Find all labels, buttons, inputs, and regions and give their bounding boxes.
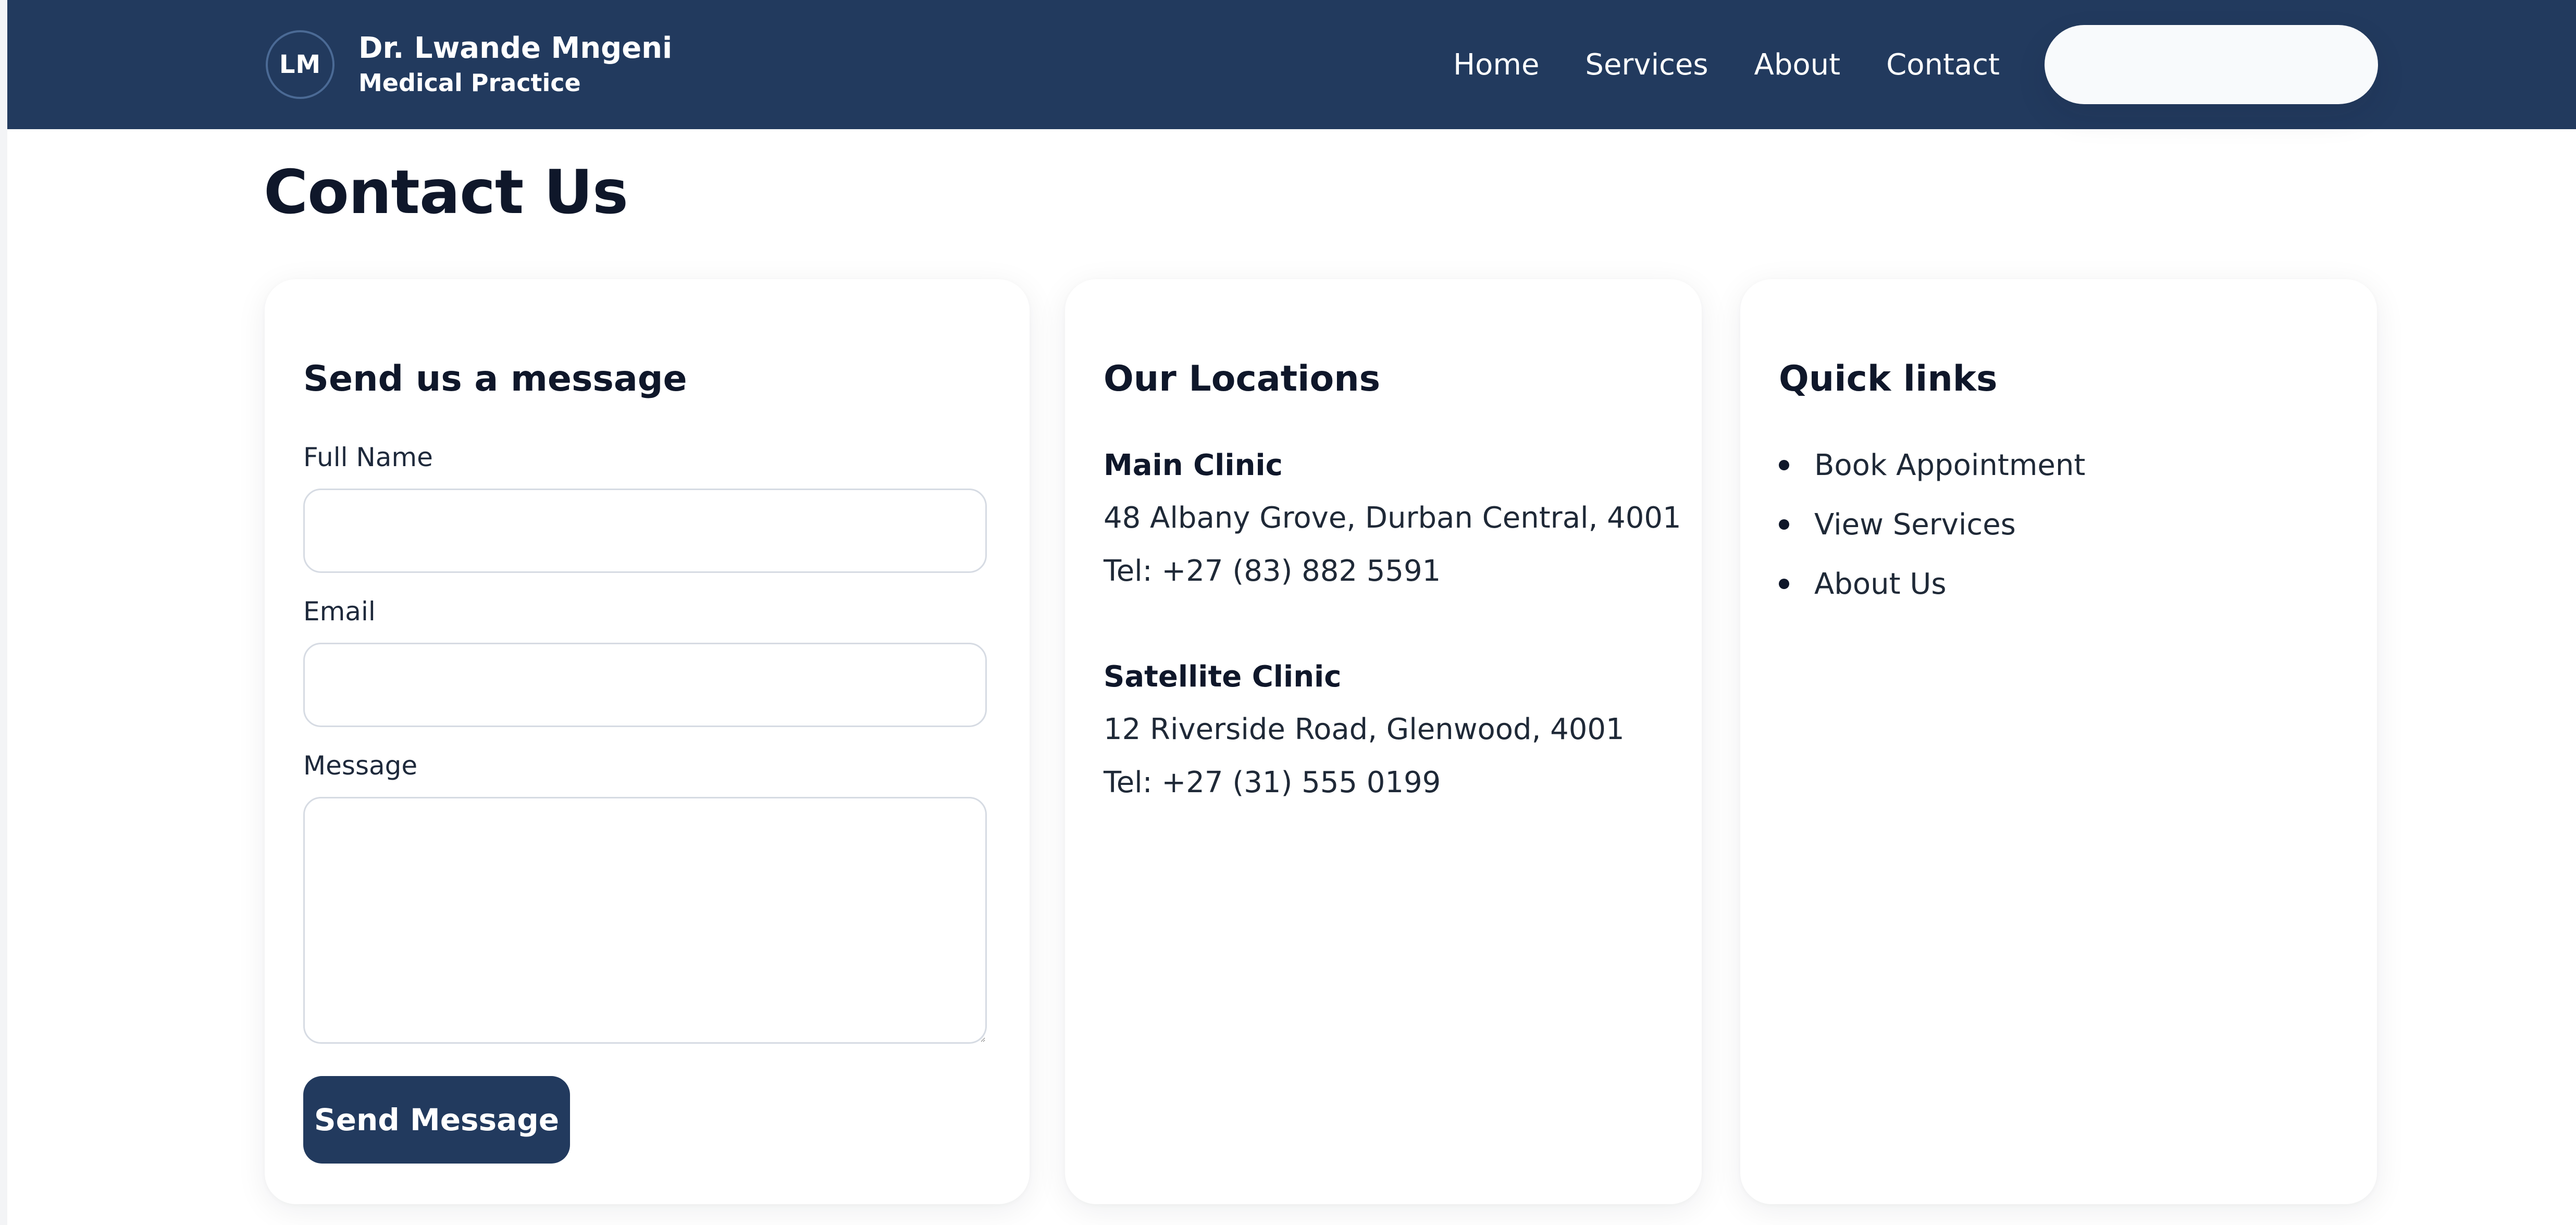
brand-name: Dr. Lwande Mngeni: [358, 31, 673, 65]
location-phone: Tel: +27 (83) 882 5591: [1104, 554, 1441, 588]
locations-card: Our Locations Main Clinic 48 Albany Grov…: [1065, 279, 1702, 1204]
nav-link-about[interactable]: About: [1754, 48, 1841, 82]
page-title: Contact Us: [264, 157, 628, 228]
form-title: Send us a message: [303, 358, 687, 399]
location-main-clinic: Main Clinic 48 Albany Grove, Durban Cent…: [1104, 440, 1681, 598]
list-item: About Us: [1779, 554, 2085, 614]
contact-form-card: Send us a message Full Name Email Messag…: [265, 279, 1030, 1204]
location-name: Satellite Clinic: [1104, 660, 1342, 694]
email-input[interactable]: [303, 643, 987, 727]
bullet-icon: [1779, 519, 1789, 530]
quick-link-view-services[interactable]: View Services: [1814, 508, 2016, 542]
site-header: LM Dr. Lwande Mngeni Medical Practice Ho…: [7, 0, 2576, 129]
brand-subtitle: Medical Practice: [358, 69, 581, 97]
brand[interactable]: LM Dr. Lwande Mngeni Medical Practice: [266, 0, 672, 129]
logo-badge: LM: [266, 30, 335, 99]
location-satellite-clinic: Satellite Clinic 12 Riverside Road, Glen…: [1104, 651, 1677, 809]
message-label: Message: [303, 751, 418, 781]
list-item: Book Appointment: [1779, 435, 2085, 495]
location-name: Main Clinic: [1104, 448, 1283, 482]
quick-links-card: Quick links Book Appointment View Servic…: [1740, 279, 2377, 1204]
quick-links-title: Quick links: [1779, 358, 1998, 399]
quick-link-about-us[interactable]: About Us: [1814, 567, 1947, 601]
brand-text: Dr. Lwande Mngeni Medical Practice: [358, 30, 672, 99]
list-item: View Services: [1779, 495, 2085, 554]
main-nav: Home Services About Contact: [1453, 0, 2378, 129]
locations-title: Our Locations: [1104, 358, 1381, 399]
bullet-icon: [1779, 579, 1789, 589]
nav-link-contact[interactable]: Contact: [1886, 48, 2000, 82]
full-name-input[interactable]: [303, 489, 987, 573]
full-name-label: Full Name: [303, 442, 433, 472]
message-textarea[interactable]: [303, 797, 987, 1044]
bullet-icon: [1779, 460, 1789, 470]
location-address: 48 Albany Grove, Durban Central, 4001: [1104, 501, 1681, 535]
location-phone: Tel: +27 (31) 555 0199: [1104, 766, 1441, 799]
nav-link-services[interactable]: Services: [1585, 48, 1708, 82]
nav-link-home[interactable]: Home: [1453, 48, 1539, 82]
quick-links-list: Book Appointment View Services About Us: [1779, 435, 2085, 614]
quick-link-book-appointment[interactable]: Book Appointment: [1814, 448, 2085, 482]
nav-pill-button[interactable]: [2045, 25, 2378, 104]
location-address: 12 Riverside Road, Glenwood, 4001: [1104, 712, 1625, 746]
email-label: Email: [303, 596, 376, 627]
send-message-button[interactable]: Send Message: [303, 1076, 570, 1164]
